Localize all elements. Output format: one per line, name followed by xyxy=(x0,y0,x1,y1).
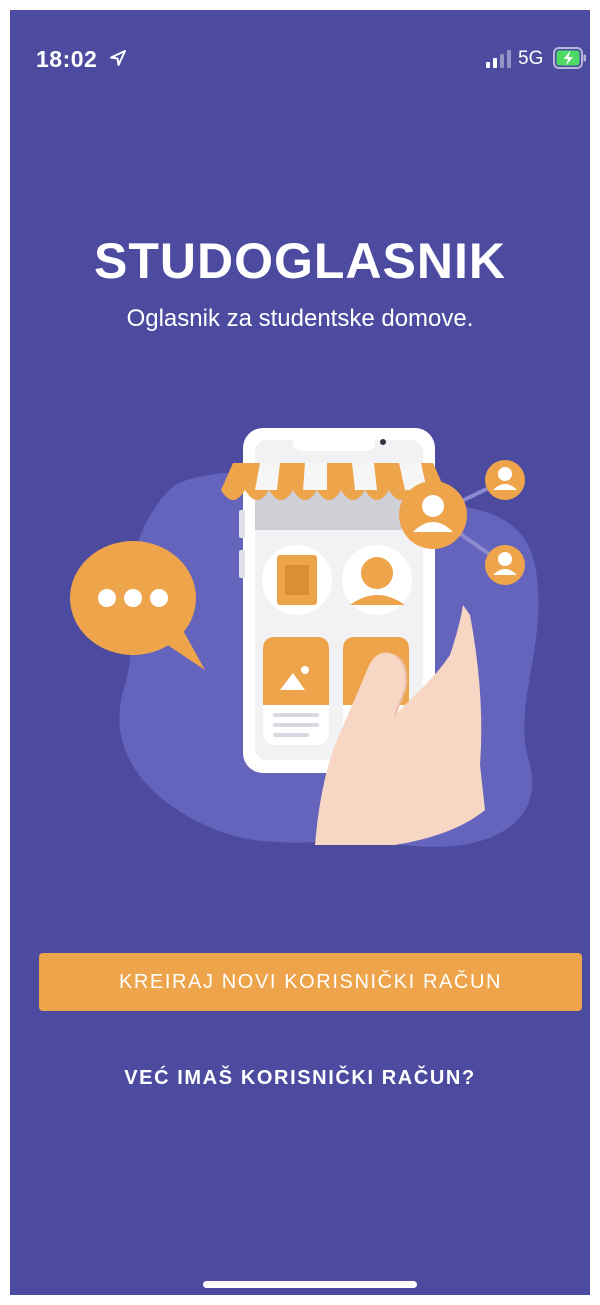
marketplace-illustration xyxy=(70,428,539,847)
location-arrow-icon xyxy=(110,50,126,66)
battery-charging-icon xyxy=(553,47,586,69)
network-type: 5G xyxy=(518,48,544,69)
signal-bars-icon xyxy=(486,50,511,68)
app-title: STUDOGLASNIK xyxy=(94,233,506,289)
home-indicator[interactable] xyxy=(203,1281,417,1288)
status-bar: 18:02 5G xyxy=(10,10,590,105)
create-account-button[interactable]: KREIRAJ NOVI KORISNIČKI RAČUN xyxy=(39,953,582,1011)
status-time: 18:02 xyxy=(36,46,98,72)
app-subtitle: Oglasnik za studentske domove. xyxy=(126,305,474,332)
login-link[interactable]: VEĆ IMAŠ KORISNIČKI RAČUN? xyxy=(10,1067,590,1090)
welcome-screen: 18:02 5G STUDOGLASNIK Oglasnik za studen… xyxy=(10,10,590,1295)
